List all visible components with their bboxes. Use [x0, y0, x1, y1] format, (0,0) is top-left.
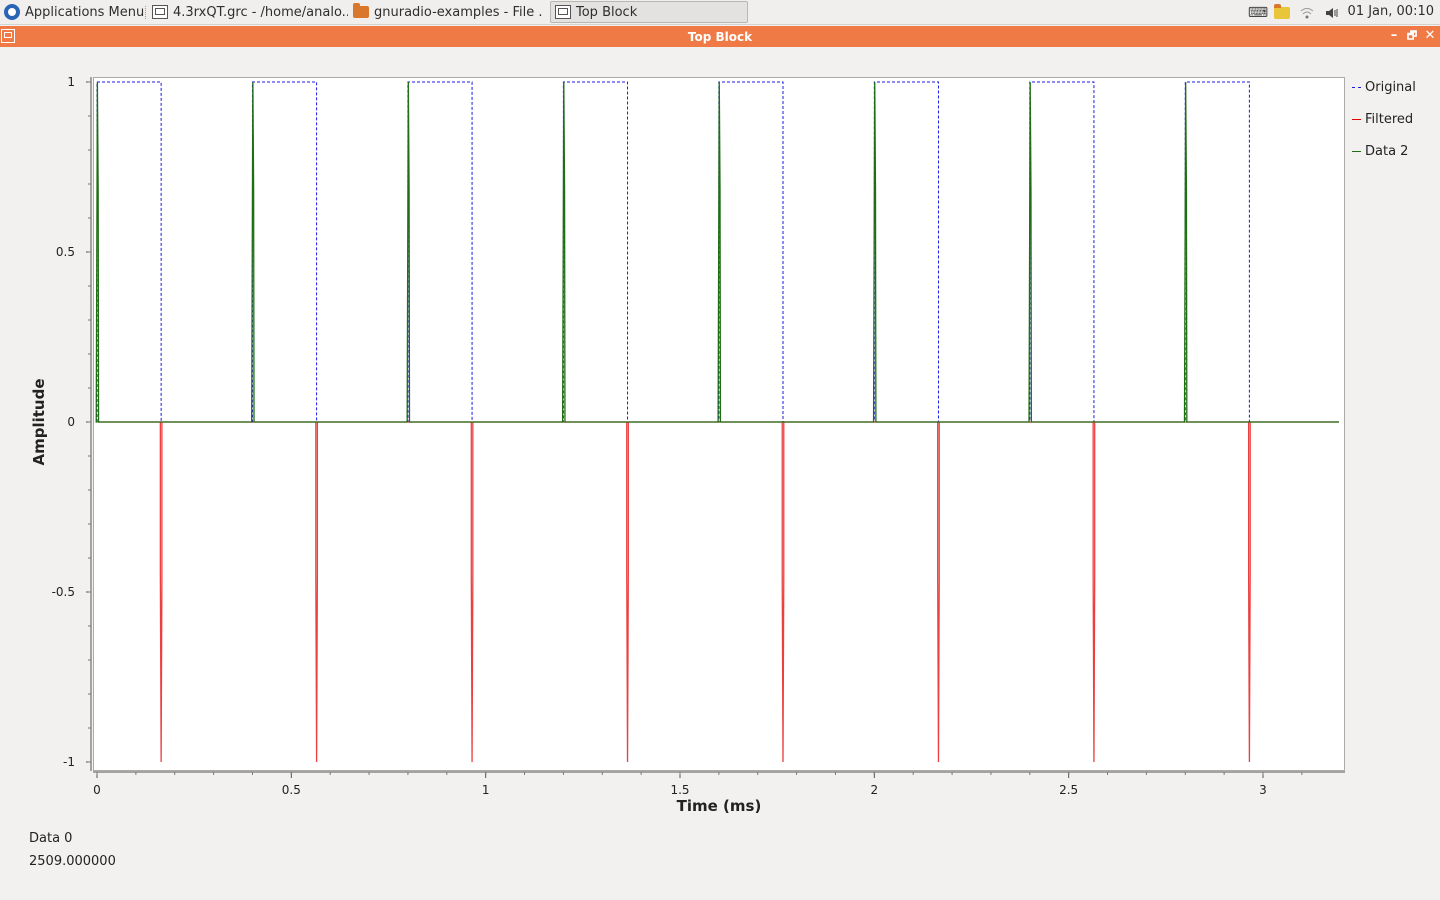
- x-tick-label: 0: [93, 783, 101, 797]
- series-filtered-line: [97, 421, 1339, 763]
- legend-item-original[interactable]: Original: [1352, 80, 1416, 95]
- legend-label: Filtered: [1365, 112, 1414, 127]
- legend-swatch: [1352, 119, 1361, 120]
- series-data2-line: [95, 81, 1339, 423]
- legend-swatch: [1352, 151, 1361, 152]
- time-sink-chart: 1 0.5 0 -0.5 -1 Amplitude 0 0.5 1 1.5 2 2.5 3 Time (m…: [30, 75, 1345, 815]
- y-tick-label: 1: [67, 75, 75, 89]
- legend-swatch: [1352, 87, 1361, 88]
- y-tick-label: 0.5: [56, 245, 75, 259]
- legend-label: Data 2: [1365, 144, 1409, 159]
- x-tick-label: 1: [482, 783, 490, 797]
- y-tick-label: -0.5: [52, 585, 75, 599]
- x-tick-label: 2.5: [1059, 783, 1078, 797]
- status-value: 2509.000000: [29, 854, 116, 869]
- x-axis-label: Time (ms): [677, 797, 762, 815]
- y-tick-label: -1: [63, 755, 75, 769]
- legend-item-data2[interactable]: Data 2: [1352, 144, 1408, 159]
- y-axis-label: Amplitude: [30, 378, 48, 465]
- y-tick-label: 0: [67, 415, 75, 429]
- x-tick-label: 0.5: [282, 783, 301, 797]
- x-tick-label: 1.5: [670, 783, 689, 797]
- legend-label: Original: [1365, 80, 1416, 95]
- x-tick-label: 3: [1259, 783, 1267, 797]
- legend-item-filtered[interactable]: Filtered: [1352, 112, 1413, 127]
- x-tick-label: 2: [871, 783, 879, 797]
- status-label: Data 0: [29, 831, 73, 846]
